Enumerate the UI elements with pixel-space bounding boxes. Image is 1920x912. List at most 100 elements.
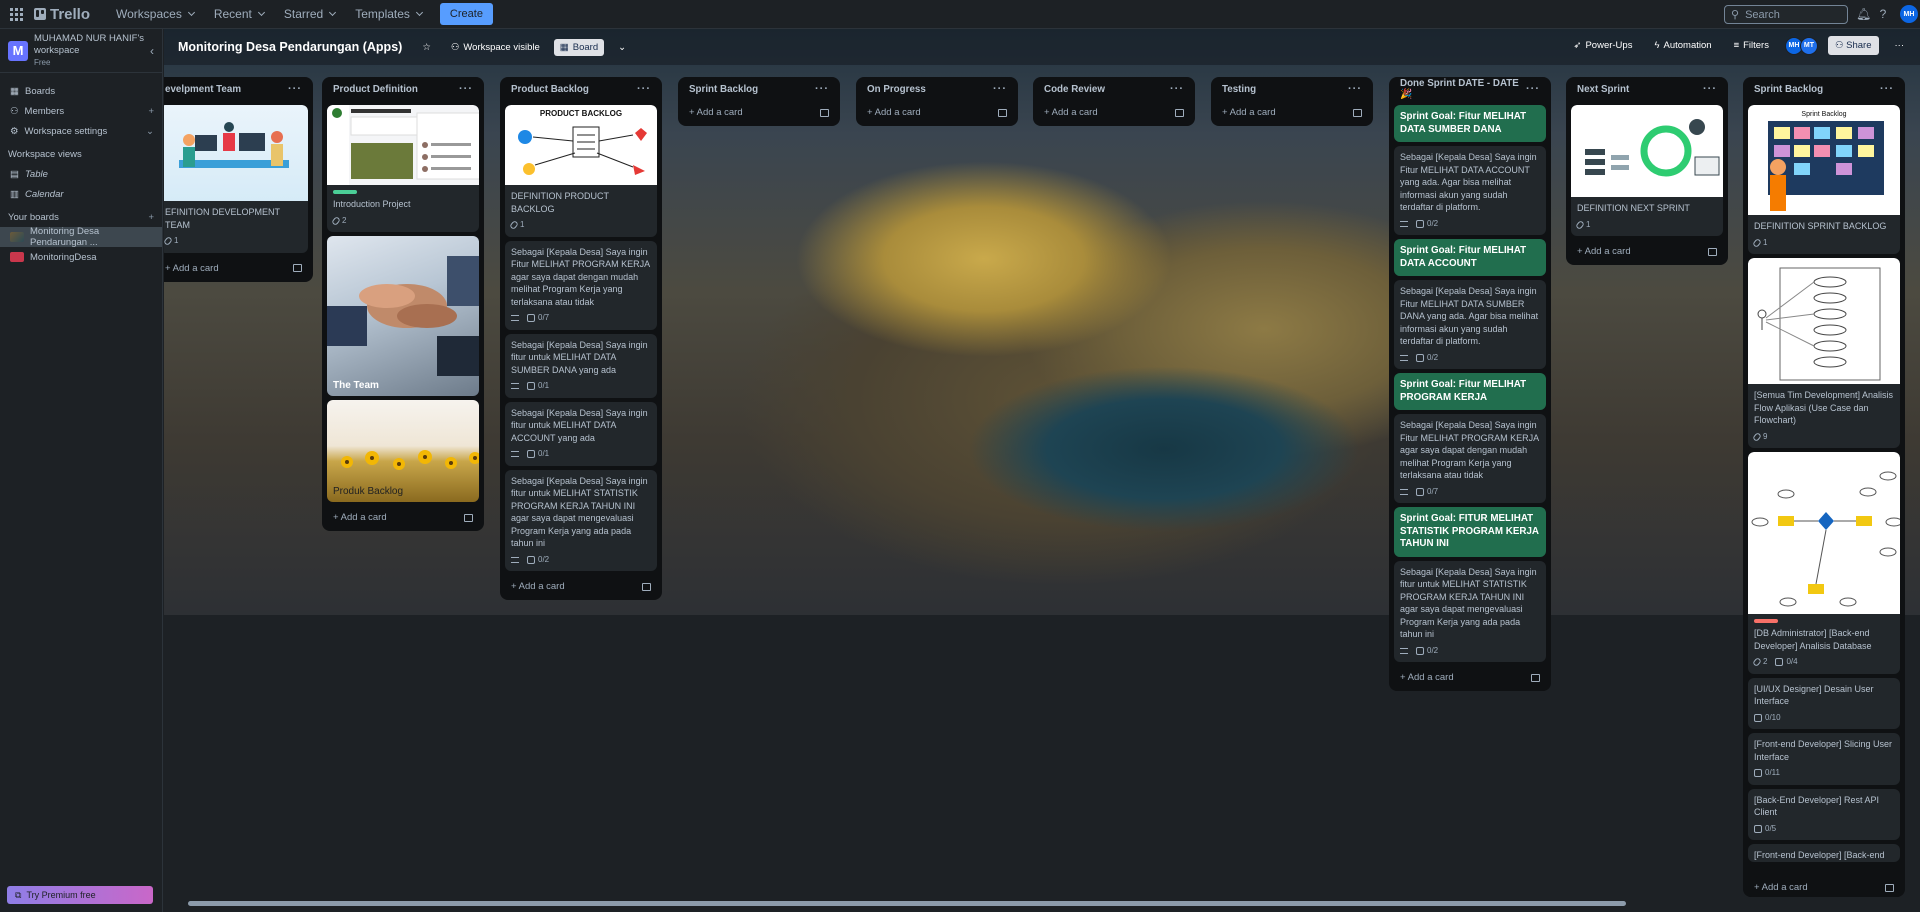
template-icon[interactable]	[642, 582, 651, 591]
member-avatar[interactable]: MT	[1799, 36, 1818, 55]
collapse-sidebar-icon[interactable]: ‹	[150, 44, 154, 58]
add-card-button[interactable]: + Add a card	[861, 101, 1013, 122]
list-header[interactable]: On Progress ···	[861, 77, 1013, 101]
list-menu-icon[interactable]: ···	[1880, 83, 1894, 95]
card[interactable]: Sebagai [Kepala Desa] Saya ingin fitur u…	[505, 401, 657, 466]
list-menu-icon[interactable]: ···	[1348, 83, 1362, 95]
list-menu-icon[interactable]: ···	[459, 83, 473, 95]
nav-templates[interactable]: Templates	[347, 2, 430, 26]
template-icon[interactable]	[293, 264, 302, 272]
card-label[interactable]	[333, 190, 357, 194]
card[interactable]: [UI/UX Designer] Desain User Interface 0/…	[1748, 677, 1900, 729]
sidebar-item-table[interactable]: ▤ Table	[0, 164, 162, 184]
template-icon[interactable]	[998, 108, 1007, 117]
trello-logo[interactable]: Trello	[34, 6, 90, 23]
sidebar-item-workspace-settings[interactable]: ⚙ Workspace settings ⌄	[0, 121, 162, 141]
list-header[interactable]: Sprint Backlog ···	[683, 77, 835, 101]
create-button[interactable]: Create	[439, 3, 493, 25]
template-icon[interactable]	[1531, 673, 1540, 682]
list-header[interactable]: Code Review ···	[1038, 77, 1190, 101]
card[interactable]: DEFINITION NEXT SPRINT 1	[1571, 105, 1723, 236]
template-icon[interactable]	[464, 513, 473, 522]
card[interactable]: EFINITION DEVELOPMENT TEAM 1	[164, 105, 308, 253]
add-card-button[interactable]: + Add a card	[327, 506, 479, 527]
card[interactable]: [Semua Tim Development] Analisis Flow Ap…	[1748, 258, 1900, 448]
card[interactable]: [Back-End Developer] Rest API Client 0/5	[1748, 788, 1900, 840]
card[interactable]: Sebagai [Kepala Desa] Saya ingin Fitur M…	[505, 240, 657, 330]
card[interactable]: Sebagai [Kepala Desa] Saya ingin Fitur M…	[1394, 146, 1546, 235]
automation-button[interactable]: ϟ Automation	[1648, 37, 1717, 54]
list-menu-icon[interactable]: ···	[1526, 83, 1540, 95]
list-header[interactable]: evelpment Team ···	[164, 77, 308, 101]
more-menu-icon[interactable]: ···	[1889, 37, 1911, 54]
template-icon[interactable]	[1175, 108, 1184, 117]
list-menu-icon[interactable]: ···	[815, 83, 829, 95]
list-menu-icon[interactable]: ···	[288, 83, 302, 95]
sidebar-item-boards[interactable]: ▦ Boards	[0, 81, 162, 101]
card[interactable]: Sebagai [Kepala Desa] Saya ingin Fitur M…	[1394, 414, 1546, 503]
user-avatar[interactable]: MH	[1900, 5, 1918, 23]
card[interactable]: The Team	[327, 236, 479, 396]
add-card-button[interactable]: + Add a card	[164, 257, 308, 278]
card[interactable]: Sebagai [Kepala Desa] Saya ingin fitur u…	[505, 469, 657, 571]
try-premium-button[interactable]: ⧉ Try Premium free	[7, 886, 153, 904]
board-horizontal-scrollbar[interactable]	[188, 901, 1626, 906]
list-menu-icon[interactable]: ···	[1170, 83, 1184, 95]
board-view-button[interactable]: ▦ Board	[553, 38, 605, 56]
sidebar-board-monitoringdesa[interactable]: MonitoringDesa	[0, 247, 162, 267]
sprint-goal-card[interactable]: Sprint Goal: Fitur MELIHAT DATA SUMBER D…	[1394, 105, 1546, 142]
add-card-button[interactable]: + Add a card	[1394, 666, 1546, 687]
add-card-button[interactable]: + Add a card	[1748, 876, 1900, 897]
sprint-goal-card[interactable]: Sprint Goal: FITUR MELIHAT STATISTIK PRO…	[1394, 507, 1546, 557]
star-icon[interactable]: ☆	[416, 39, 437, 56]
list-header[interactable]: Next Sprint ···	[1571, 77, 1723, 101]
app-switcher-icon[interactable]	[8, 6, 24, 22]
share-button[interactable]: ⚇ Share	[1827, 36, 1879, 55]
list-header[interactable]: Product Definition ···	[327, 77, 479, 101]
list-menu-icon[interactable]: ···	[993, 83, 1007, 95]
board-title[interactable]: Monitoring Desa Pendarungan (Apps)	[178, 40, 402, 54]
nav-starred[interactable]: Starred	[276, 2, 343, 26]
add-card-button[interactable]: + Add a card	[1038, 101, 1190, 122]
card[interactable]: Sebagai [Kepala Desa] Saya ingin fitur u…	[505, 333, 657, 398]
card-label[interactable]	[1754, 619, 1778, 623]
search-input[interactable]: ⚲ Search	[1724, 5, 1848, 24]
add-card-button[interactable]: + Add a card	[683, 101, 835, 122]
plus-icon[interactable]: +	[148, 212, 154, 223]
template-icon[interactable]	[1708, 247, 1717, 256]
list-header[interactable]: Product Backlog ···	[505, 77, 657, 101]
visibility-button[interactable]: ⚇ Workspace visible	[445, 39, 546, 56]
sprint-goal-card[interactable]: Sprint Goal: Fitur MELIHAT PROGRAM KERJA	[1394, 373, 1546, 410]
card[interactable]: PRODUCT BACKLOG DEFINITION PRODUCT BACKL…	[505, 105, 657, 237]
help-icon[interactable]: ?	[1876, 7, 1890, 21]
card[interactable]: [DB Administrator] [Back-end Developer] …	[1748, 452, 1900, 674]
sprint-goal-card[interactable]: Sprint Goal: Fitur MELIHAT DATA ACCOUNT	[1394, 239, 1546, 276]
card[interactable]: Sprint Backlog DEFINITION SPRINT BACKLOG…	[1748, 105, 1900, 254]
list-header[interactable]: Testing ···	[1216, 77, 1368, 101]
card[interactable]: Sebagai [Kepala Desa] Saya ingin Fitur M…	[1394, 280, 1546, 369]
list-menu-icon[interactable]: ···	[1703, 83, 1717, 95]
powerups-button[interactable]: ➶ Power-Ups	[1568, 37, 1639, 54]
view-switcher-chevron-icon[interactable]: ⌄	[612, 39, 632, 56]
notifications-icon[interactable]: 🔔︎	[1856, 7, 1871, 21]
add-card-button[interactable]: + Add a card	[1216, 101, 1368, 122]
nav-recent[interactable]: Recent	[206, 2, 272, 26]
sidebar-board-monitoring-apps[interactable]: Monitoring Desa Pendarungan ...	[0, 226, 162, 248]
list-header[interactable]: Done Sprint DATE - DATE 🎉 ···	[1394, 77, 1546, 101]
nav-workspaces[interactable]: Workspaces	[108, 2, 202, 26]
sidebar-item-calendar[interactable]: ▥ Calendar	[0, 184, 162, 204]
card[interactable]: Produk Backlog	[327, 400, 479, 502]
add-card-button[interactable]: + Add a card	[1571, 240, 1723, 261]
filters-button[interactable]: ≡ Filters	[1728, 37, 1775, 54]
add-card-button[interactable]: + Add a card	[505, 575, 657, 596]
list-menu-icon[interactable]: ···	[637, 83, 651, 95]
card[interactable]: Sebagai [Kepala Desa] Saya ingin fitur u…	[1394, 560, 1546, 662]
template-icon[interactable]	[1885, 883, 1894, 892]
template-icon[interactable]	[1353, 108, 1362, 117]
template-icon[interactable]	[820, 108, 829, 117]
card[interactable]: Introduction Project 2	[327, 105, 479, 232]
list-header[interactable]: Sprint Backlog ···	[1748, 77, 1900, 101]
plus-icon[interactable]: +	[148, 106, 154, 117]
sidebar-item-members[interactable]: ⚇ Members +	[0, 101, 162, 121]
card[interactable]: [Front-end Developer] [Back-end	[1748, 844, 1900, 862]
